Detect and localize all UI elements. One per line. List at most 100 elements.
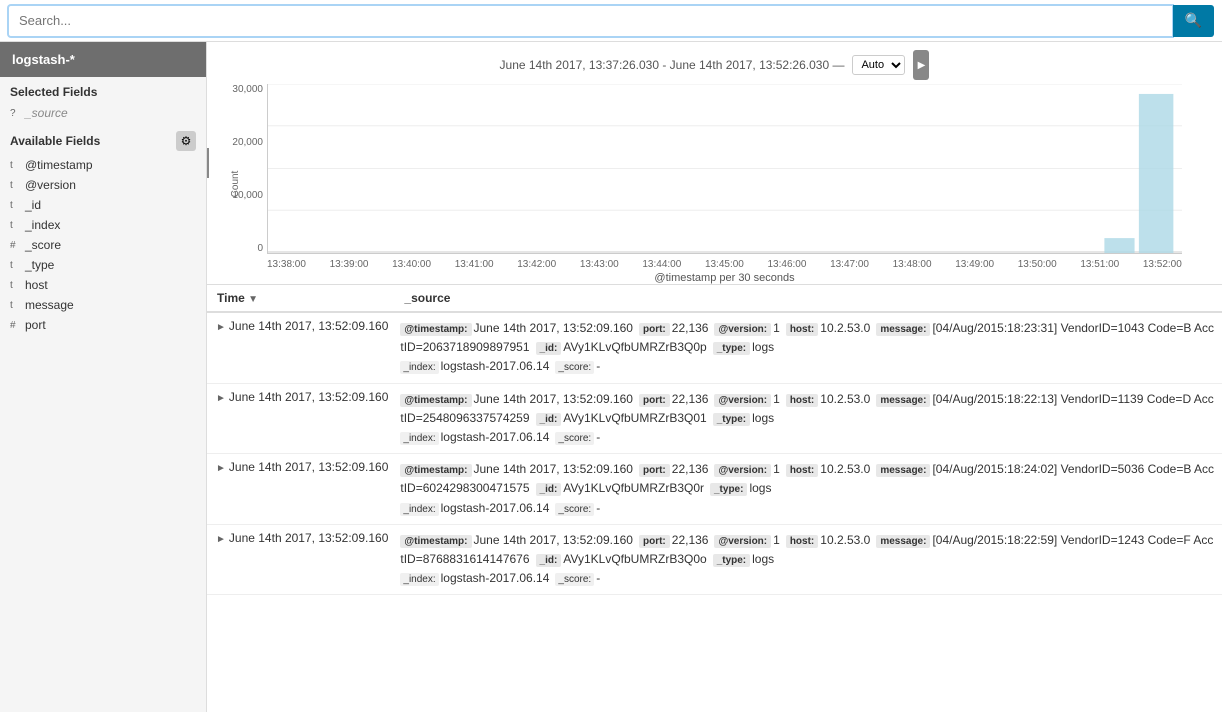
- field-name: host: [25, 278, 48, 292]
- y-label-0: 0: [257, 243, 263, 254]
- field-key-version: @version:: [714, 464, 771, 477]
- field-val-index-highlight: _index:: [400, 573, 438, 586]
- date-range-label: June 14th 2017, 13:37:26.030 - June 14th…: [500, 58, 845, 72]
- field-val-host: 10.2.53.0: [820, 533, 870, 547]
- field-val-index-highlight: _index:: [400, 432, 438, 445]
- field-key-id: _id:: [536, 554, 562, 567]
- chart-area: ◀ June 14th 2017, 13:37:26.030 - June 14…: [207, 42, 1222, 285]
- field-type-badge: t: [10, 300, 20, 311]
- field-type-question: ?: [10, 108, 20, 119]
- y-label-10k: 10,000: [232, 190, 263, 201]
- sidebar-field-host[interactable]: thost: [0, 275, 206, 295]
- field-val-index: logstash-2017.06.14: [441, 501, 550, 515]
- sidebar-field-id[interactable]: t_id: [0, 195, 206, 215]
- table-row: ►June 14th 2017, 13:52:09.160@timestamp:…: [207, 383, 1222, 454]
- search-bar: 🔍: [0, 0, 1222, 42]
- field-key-port: port:: [639, 323, 670, 336]
- sort-arrow: ▼: [248, 294, 258, 305]
- field-val-id: AVy1KLvQfbUMRZrB3Q0p: [563, 340, 706, 354]
- results-table: Time ▼ _source ►June 14th 2017, 13:52:09…: [207, 285, 1222, 595]
- field-key-id: _id:: [536, 413, 562, 426]
- interval-select[interactable]: Auto: [852, 55, 905, 75]
- field-val-port: 22,136: [672, 462, 709, 476]
- selected-fields-header: Selected Fields: [0, 77, 206, 103]
- log-rows: ►June 14th 2017, 13:52:09.160@timestamp:…: [207, 312, 1222, 595]
- table-row: ►June 14th 2017, 13:52:09.160@timestamp:…: [207, 524, 1222, 595]
- chart-expand-button[interactable]: ▶: [913, 50, 929, 80]
- x-label: 13:45:00: [705, 259, 744, 270]
- field-val-score: -: [596, 571, 600, 585]
- field-key-message: message:: [876, 323, 930, 336]
- x-label: 13:40:00: [392, 259, 431, 270]
- col-time[interactable]: Time ▼: [207, 285, 394, 312]
- field-key-host: host:: [786, 535, 818, 548]
- chart-collapse-button[interactable]: ◀: [207, 148, 209, 178]
- field-key-host: host:: [786, 394, 818, 407]
- search-input[interactable]: [8, 5, 1173, 37]
- field-val-type: logs: [752, 340, 774, 354]
- x-label: 13:52:00: [1143, 259, 1182, 270]
- field-val-version: 1: [773, 462, 780, 476]
- field-name: message: [25, 298, 74, 312]
- search-button[interactable]: 🔍: [1173, 5, 1214, 37]
- field-key-host: host:: [786, 464, 818, 477]
- table-row: ►June 14th 2017, 13:52:09.160@timestamp:…: [207, 454, 1222, 525]
- field-val-host: 10.2.53.0: [820, 392, 870, 406]
- field-key-message: message:: [876, 464, 930, 477]
- field-key-host: host:: [786, 323, 818, 336]
- field-name: _index: [25, 218, 60, 232]
- sidebar: logstash-* Selected Fields ? _source Ava…: [0, 42, 207, 712]
- field-key-id: _id:: [536, 483, 562, 496]
- expand-row-button-3[interactable]: ►: [213, 534, 229, 545]
- sidebar-field-message[interactable]: t message: [0, 295, 206, 315]
- field-key-message: message:: [876, 394, 930, 407]
- field-val-score-highlight: _score:: [555, 361, 594, 374]
- sidebar-field-score[interactable]: #_score: [0, 235, 206, 255]
- col-source-label: _source: [404, 291, 450, 305]
- field-val-score: -: [596, 501, 600, 515]
- field-name: @timestamp: [25, 158, 93, 172]
- main-layout: logstash-* Selected Fields ? _source Ava…: [0, 42, 1222, 712]
- x-label: 13:47:00: [830, 259, 869, 270]
- row-source-cell: @timestamp:June 14th 2017, 13:52:09.160p…: [394, 524, 1222, 595]
- chart-wrapper: Count 30,000 20,000 10,000 0: [267, 84, 1182, 284]
- sidebar-field-at-timestamp[interactable]: t@timestamp: [0, 155, 206, 175]
- field-val-type: logs: [749, 481, 771, 495]
- row-source-cell: @timestamp:June 14th 2017, 13:52:09.160p…: [394, 312, 1222, 383]
- available-fields-label: Available Fields: [10, 134, 100, 148]
- row-source-cell: @timestamp:June 14th 2017, 13:52:09.160p…: [394, 383, 1222, 454]
- field-key-version: @version:: [714, 394, 771, 407]
- results-area[interactable]: Time ▼ _source ►June 14th 2017, 13:52:09…: [207, 285, 1222, 712]
- sidebar-field-index[interactable]: t _index: [0, 215, 206, 235]
- y-label-20k: 20,000: [232, 137, 263, 148]
- field-type-badge: t: [10, 200, 20, 211]
- sidebar-field-port[interactable]: #port: [0, 315, 206, 335]
- field-val-type: logs: [752, 411, 774, 425]
- row-time-expand-cell: ►June 14th 2017, 13:52:09.160: [207, 524, 394, 595]
- col-time-label: Time: [217, 291, 245, 305]
- field-type-badge: t: [10, 220, 20, 231]
- x-label: 13:49:00: [955, 259, 994, 270]
- col-source: _source: [394, 285, 1222, 312]
- field-val-index-highlight: _index:: [400, 361, 438, 374]
- expand-row-button-1[interactable]: ►: [213, 393, 229, 404]
- chart-header: June 14th 2017, 13:37:26.030 - June 14th…: [207, 50, 1222, 84]
- sidebar-field-at-version[interactable]: t@version: [0, 175, 206, 195]
- expand-row-button-0[interactable]: ►: [213, 322, 229, 333]
- field-key-type: _type:: [713, 413, 750, 426]
- field-key-timestamp: @timestamp:: [400, 394, 471, 407]
- field-key-port: port:: [639, 394, 670, 407]
- field-val-id: AVy1KLvQfbUMRZrB3Q0r: [563, 481, 704, 495]
- field-key-id: _id:: [536, 342, 562, 355]
- field-name: @version: [25, 178, 76, 192]
- available-fields-gear-button[interactable]: ⚙: [176, 131, 196, 151]
- field-key-timestamp: @timestamp:: [400, 535, 471, 548]
- expand-row-button-2[interactable]: ►: [213, 463, 229, 474]
- field-source[interactable]: ? _source: [0, 103, 206, 123]
- x-label: 13:39:00: [330, 259, 369, 270]
- x-label: 13:44:00: [642, 259, 681, 270]
- sidebar-field-type[interactable]: t_type: [0, 255, 206, 275]
- available-fields-header: Available Fields ⚙: [0, 123, 206, 155]
- x-label: 13:38:00: [267, 259, 306, 270]
- chart-svg: [267, 84, 1182, 254]
